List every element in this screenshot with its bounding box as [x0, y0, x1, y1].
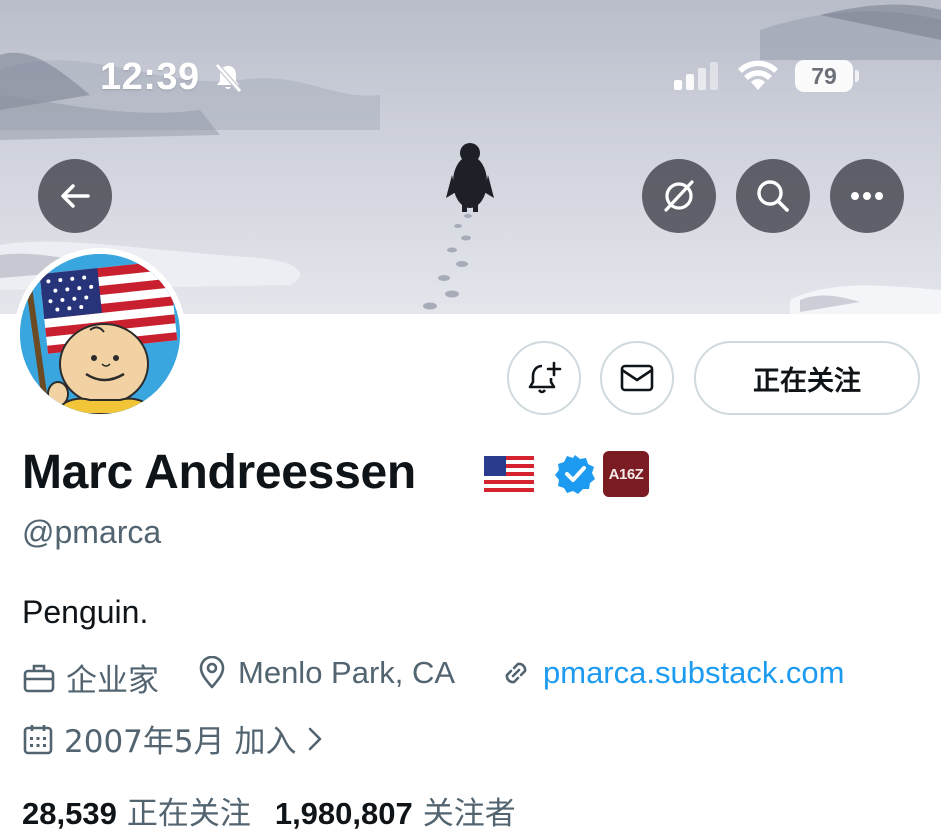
- back-arrow-icon: [61, 184, 90, 208]
- chevron-right-icon: [309, 727, 322, 750]
- search-button[interactable]: [736, 159, 810, 233]
- following-label[interactable]: 正在关注: [127, 788, 251, 833]
- cellular-signal-icon: [674, 62, 718, 90]
- verified-badge-icon[interactable]: [554, 453, 596, 495]
- charlie-brown-flag-illustration: [20, 254, 180, 414]
- profession-text: 企业家: [66, 663, 159, 699]
- grok-button[interactable]: [642, 159, 716, 233]
- bell-plus-icon: [528, 361, 562, 394]
- avatar-image: [20, 254, 180, 414]
- status-time: 12:39: [100, 56, 200, 98]
- follow-stats: 28,539 正在关注 1,980,807 关注者: [22, 788, 516, 833]
- followers-count[interactable]: 1,980,807: [275, 796, 413, 832]
- followers-label[interactable]: 关注者: [423, 788, 516, 833]
- battery-tip: [855, 70, 859, 82]
- wifi-icon: [738, 60, 778, 90]
- us-flag-emoji-icon: [484, 456, 534, 492]
- message-button[interactable]: [600, 341, 674, 415]
- profession-item: 企业家: [22, 655, 159, 700]
- following-button[interactable]: 正在关注: [694, 341, 920, 415]
- location-text: Menlo Park, CA: [238, 655, 456, 690]
- website-item[interactable]: pmarca.substack.com: [499, 655, 845, 691]
- join-date-text: 2007年5月 加入: [64, 724, 297, 760]
- back-button[interactable]: [38, 159, 112, 233]
- envelope-icon: [620, 364, 654, 392]
- more-button[interactable]: [830, 159, 904, 233]
- notifications-button[interactable]: [507, 341, 581, 415]
- battery-icon: 79: [795, 60, 853, 92]
- profile-avatar[interactable]: [14, 248, 186, 420]
- join-date-item[interactable]: 2007年5月 加入: [22, 716, 324, 761]
- affiliation-badge[interactable]: A16Z: [603, 451, 649, 497]
- username-handle: @pmarca: [22, 514, 162, 550]
- link-icon: [505, 662, 527, 684]
- display-name: Marc Andreessen: [22, 446, 416, 499]
- search-icon: [757, 180, 789, 212]
- website-link[interactable]: pmarca.substack.com: [543, 655, 845, 691]
- following-count[interactable]: 28,539: [22, 796, 117, 832]
- location-item: Menlo Park, CA: [196, 655, 455, 691]
- grok-icon: [664, 180, 694, 212]
- more-icon: [851, 192, 883, 200]
- briefcase-icon: [23, 664, 55, 692]
- bell-slash-icon: [215, 63, 242, 93]
- location-pin-icon: [199, 656, 225, 689]
- calendar-icon: [23, 724, 53, 754]
- bio-text: Penguin.: [22, 594, 149, 630]
